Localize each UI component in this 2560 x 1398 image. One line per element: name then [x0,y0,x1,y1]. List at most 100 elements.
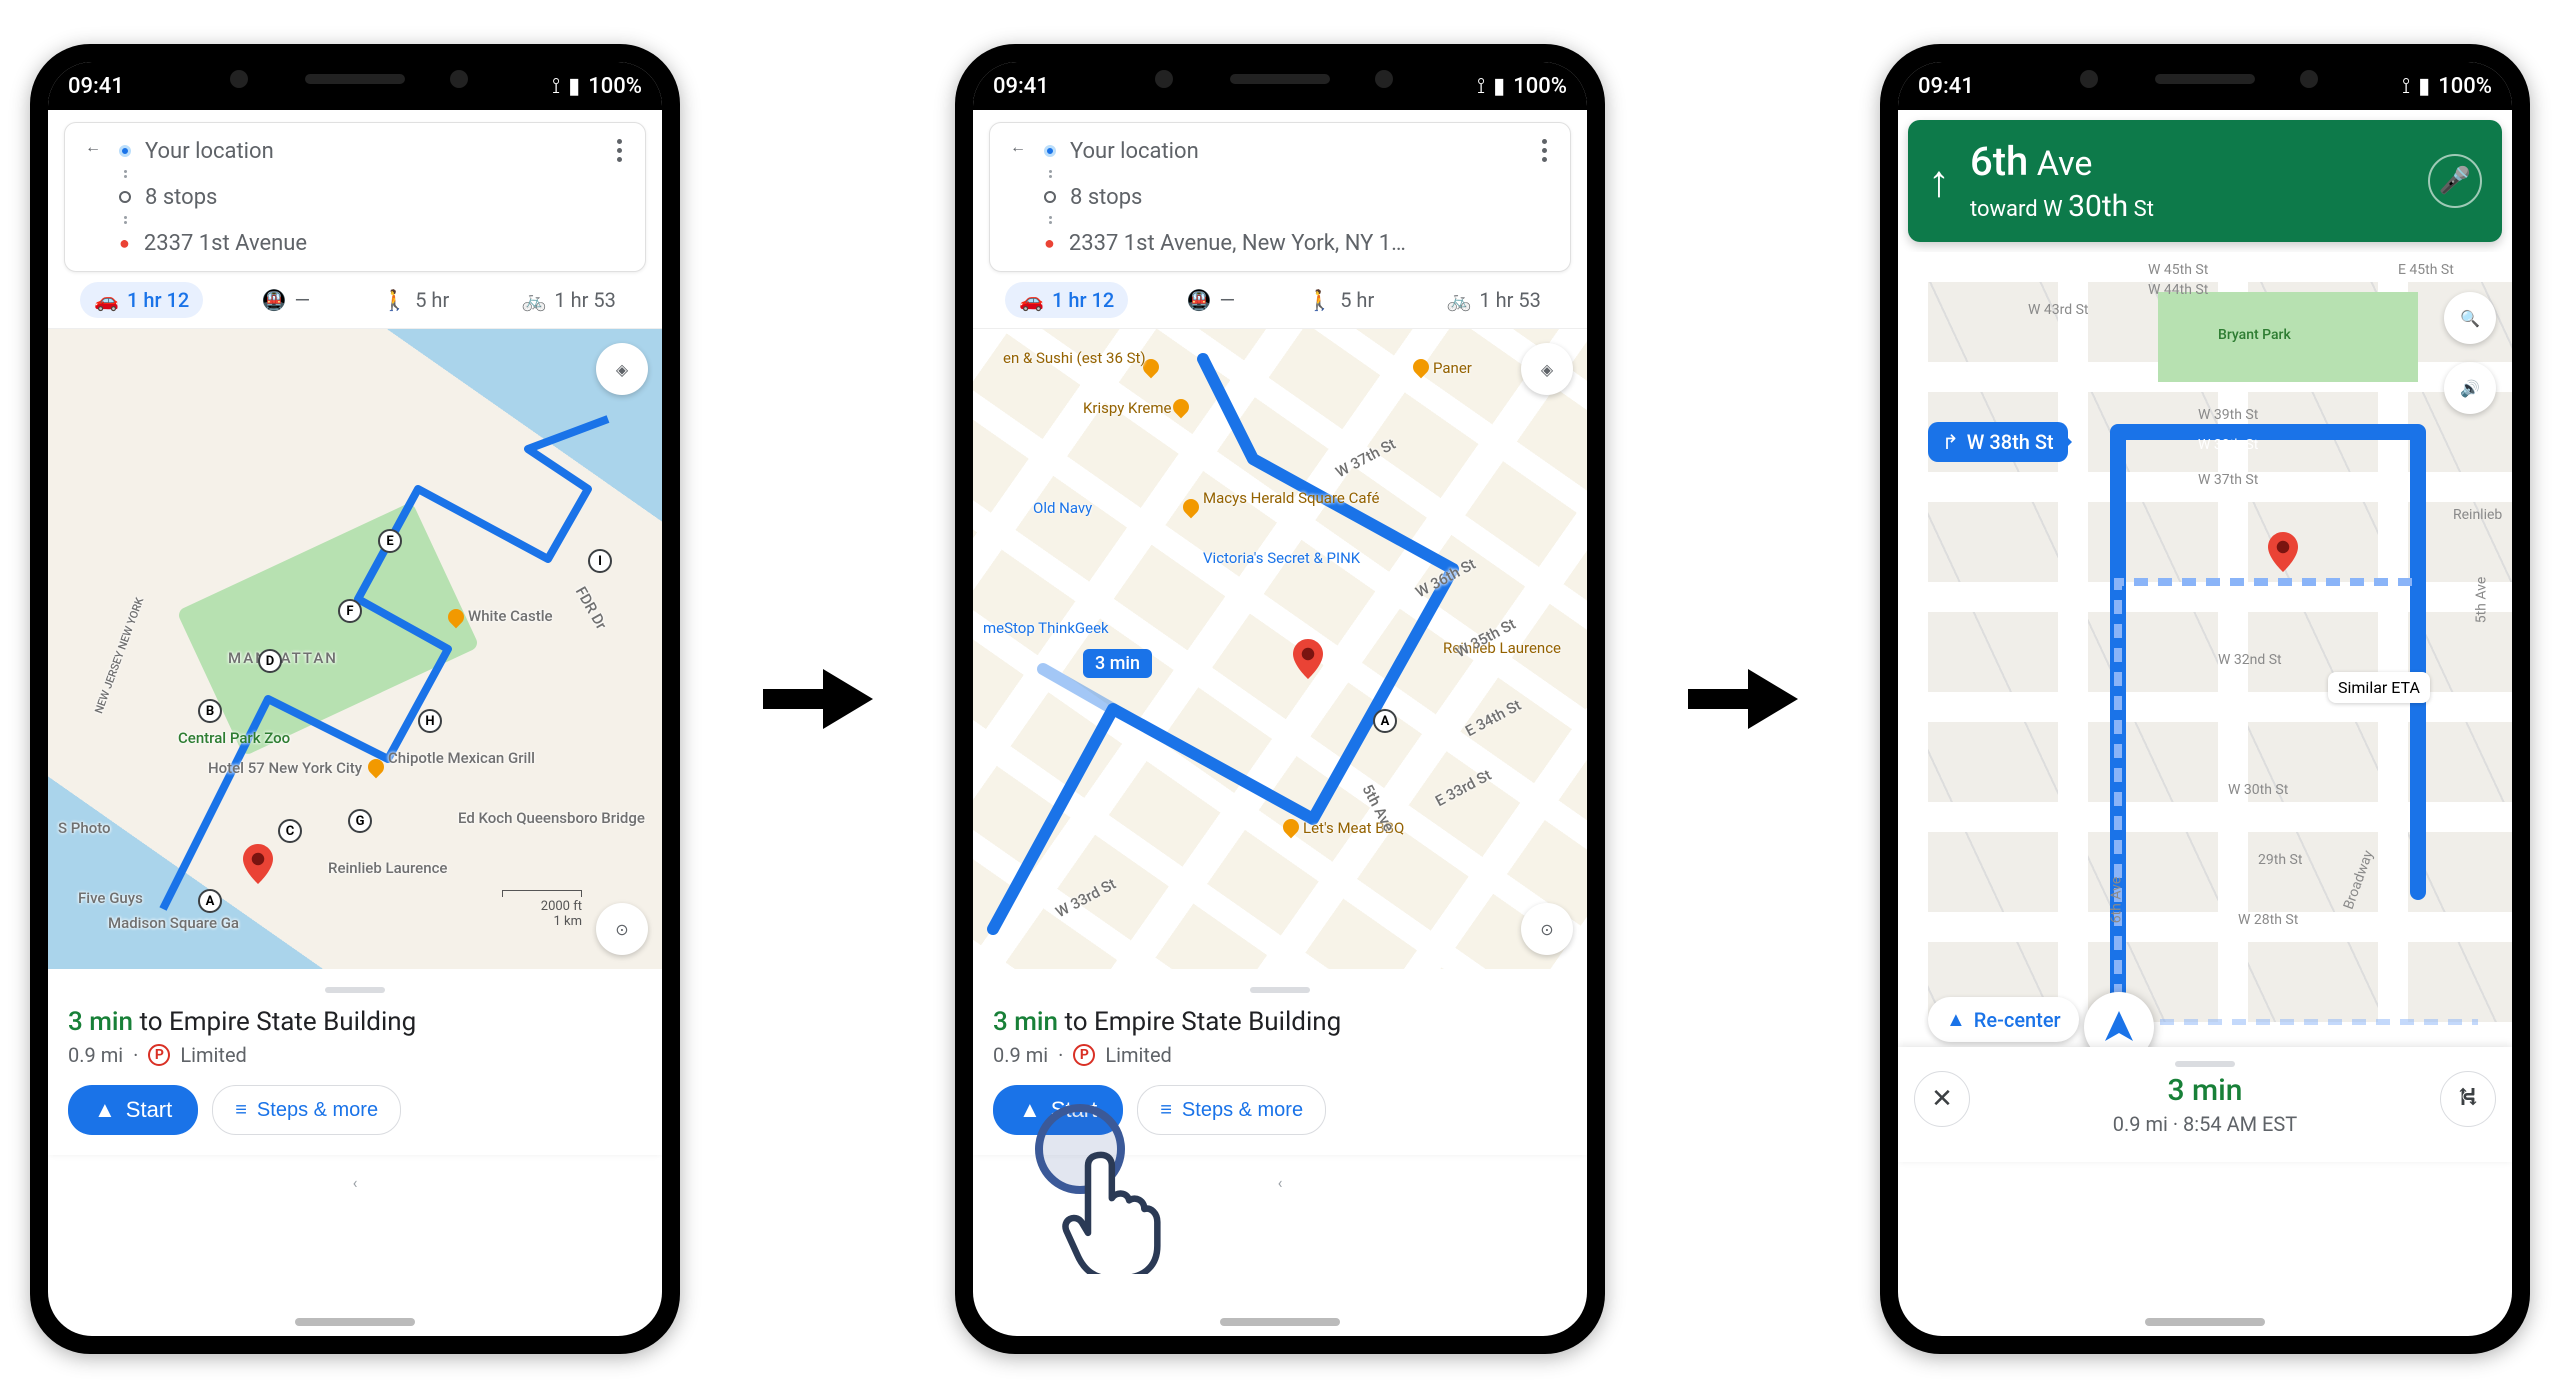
stop-marker: F [338,599,362,623]
route-subtitle: 0.9 mi· P Limited [68,1043,642,1067]
crosshair-icon: ⊙ [1540,920,1553,939]
eta-bubble: 3 min [1083,649,1152,678]
start-navigation-button[interactable]: ▲Start [68,1085,198,1135]
direction-toward: toward W 30th St [1970,189,2408,224]
street-label: 29th St [2258,852,2302,868]
start-navigation-button[interactable]: ▲ Start [993,1085,1123,1135]
navigation-bottom-bar[interactable]: ✕ 3 min 0.9 mi · 8:54 AM EST ⛕ [1898,1047,2512,1162]
poi-label: White Castle [468,607,553,625]
stops-row[interactable]: 8 stops [119,179,603,215]
tab-cycling[interactable]: 🚲1 hr 53 [1433,282,1555,318]
battery-percent: 100% [588,74,642,99]
origin-row[interactable]: Your location [119,133,603,169]
back-button[interactable]: ← [73,133,113,157]
steps-and-more-button[interactable]: ≡Steps & more [1137,1085,1326,1135]
poi-label: Reinlieb [2453,507,2502,523]
destination-row[interactable]: ● 2337 1st Avenue [119,225,603,261]
walk-icon: 🚶 [382,288,407,312]
transit-time: — [294,288,310,312]
poi-label: Chipotle Mexican Grill [388,749,535,767]
layers-icon: ◈ [616,360,628,379]
walk-time: 5 hr [415,288,449,312]
crosshair-icon: ⊙ [615,920,628,939]
phone-frame-2: 09:41 ⟟ ▮ 100% ← Your location 8 stops ●… [955,44,1605,1354]
eta-title: 3 min to Empire State Building [68,1007,642,1037]
turn-right-icon: ↱ [1942,430,1959,454]
tab-driving[interactable]: 🚗1 hr 12 [80,282,203,318]
steps-and-more-button[interactable]: ≡Steps & more [212,1085,401,1135]
tab-walking[interactable]: 🚶5 hr [1293,282,1388,318]
poi-label: meStop ThinkGeek [983,619,1109,637]
status-time: 09:41 [1918,74,1974,99]
speaker-icon: 🔊 [2460,379,2480,398]
stops-label: 8 stops [145,185,217,210]
bike-icon: 🚲 [522,288,547,312]
stops-dot-icon [119,191,131,203]
tab-transit[interactable]: 🚇— [248,282,325,318]
navigate-icon: ▲ [1019,1097,1041,1123]
transit-icon: 🚇 [262,288,287,312]
map-layers-button[interactable]: ◈ [596,343,648,395]
destination-label: 2337 1st Avenue [144,231,307,256]
overflow-menu-button[interactable] [1528,133,1560,162]
destination-pin-icon: ● [119,233,130,254]
map-canvas[interactable]: en & Sushi (est 36 St) Krispy Kreme Pane… [973,329,1587,969]
poi-label: S Photo [58,819,111,837]
tab-walking[interactable]: 🚶 5 hr [368,282,463,318]
overflow-menu-button[interactable] [603,133,635,162]
list-icon: ≡ [1160,1099,1172,1122]
my-location-button[interactable]: ⊙ [1521,903,1573,955]
tab-driving[interactable]: 🚗1 hr 12 [1005,282,1128,318]
street-label: 5th Ave [2473,577,2489,624]
navigate-icon: ▲ [1946,1007,1966,1032]
tab-transit[interactable]: 🚇— [1173,282,1250,318]
recenter-button[interactable]: ▲Re-center [1928,997,2079,1042]
street-label: E 45th St [2398,262,2454,278]
drag-handle-icon[interactable] [1250,987,1310,993]
start-label: Start [1051,1097,1097,1123]
back-button[interactable]: ← [998,133,1038,157]
district-label: MANHATTAN [228,649,338,667]
map-layers-button[interactable]: ◈ [1521,343,1573,395]
tab-cycling[interactable]: 🚲1 hr 53 [508,282,630,318]
stop-marker: E [378,529,402,553]
origin-dot-icon [1044,145,1056,157]
status-bar: 09:41 ⟟ ▮ 100% [48,62,662,110]
poi-label: Paner [1433,359,1472,377]
alternate-route-label[interactable]: Similar ETA [2328,672,2430,703]
stop-marker: D [258,649,282,673]
route-summary-sheet[interactable]: 3 min to Empire State Building 0.9 mi· P… [973,969,1587,1155]
status-time: 09:41 [993,74,1049,99]
route-search-card: ← Your location 8 stops ● 2337 1st Avenu… [64,122,646,272]
fork-icon: ⛕ [2458,1082,2477,1116]
stops-label: 8 stops [1070,185,1142,210]
stops-row[interactable]: 8 stops [1044,179,1528,215]
stop-marker: B [198,699,222,723]
voice-search-button[interactable]: 🎤 [2428,154,2482,208]
route-summary-sheet[interactable]: 3 min to Empire State Building 0.9 mi· P… [48,969,662,1155]
origin-dot-icon [119,145,131,157]
bike-icon: 🚲 [1447,288,1472,312]
stop-marker: A [198,889,222,913]
navigate-icon: ▲ [94,1097,116,1123]
phone-frame-3: 09:41 ⟟ ▮ 100% ↑ 6th Ave toward W 30th S… [1880,44,2530,1354]
street-label: W 43rd St [2028,302,2089,318]
navigation-direction-banner[interactable]: ↑ 6th Ave toward W 30th St 🎤 [1908,120,2502,242]
android-back-icon[interactable]: ‹ [353,1173,358,1192]
navigation-map-canvas[interactable]: Bryant Park W 45th St W 44th St W 43rd S… [1898,252,2512,1162]
exit-navigation-button[interactable]: ✕ [1914,1071,1970,1127]
map-canvas[interactable]: MANHATTAN NEW JERSEY NEW YORK White Cast… [48,329,662,969]
origin-row[interactable]: Your location [1044,133,1528,169]
destination-row[interactable]: ●2337 1st Avenue, New York, NY 1… [1044,225,1528,261]
android-back-icon[interactable]: ‹ [1278,1173,1283,1192]
nav-search-button[interactable]: 🔍 [2444,292,2496,344]
drag-handle-icon[interactable] [325,987,385,993]
my-location-button[interactable]: ⊙ [596,903,648,955]
street-label: W 37th St [2198,472,2258,488]
street-label: W 39th St [2198,407,2258,423]
alternate-routes-button[interactable]: ⛕ [2440,1071,2496,1127]
drag-handle-icon[interactable] [2175,1061,2235,1067]
back-arrow-icon: ← [85,137,101,157]
nav-sound-button[interactable]: 🔊 [2444,362,2496,414]
destination-pin-icon: ● [1044,233,1055,254]
